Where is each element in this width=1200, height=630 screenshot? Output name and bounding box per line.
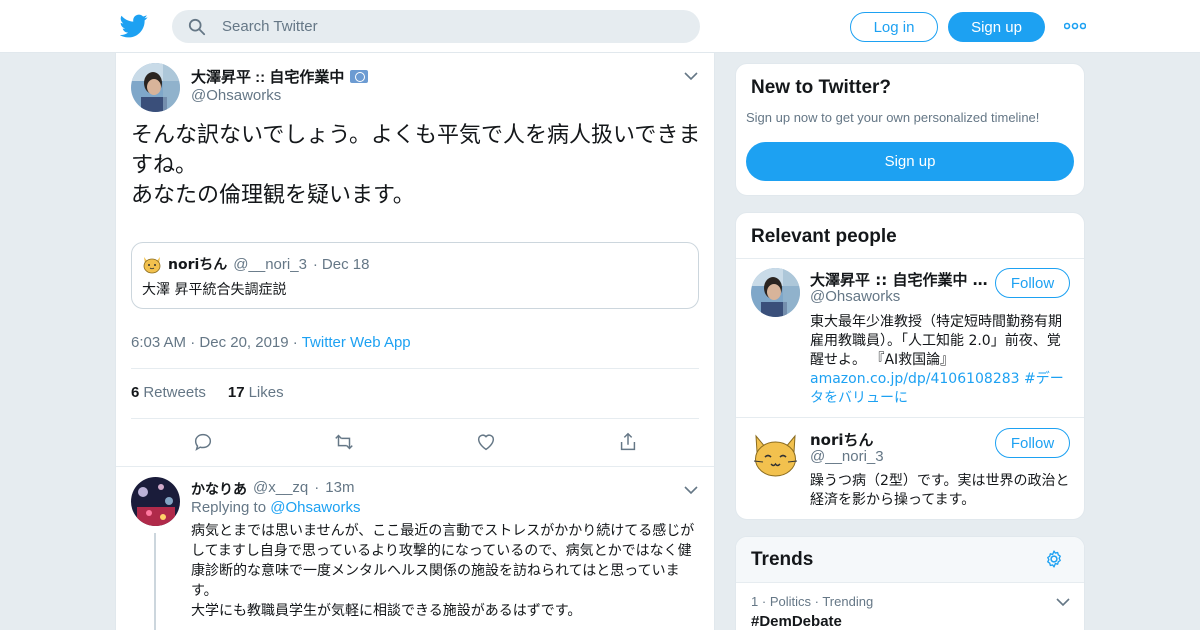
dot-separator: · — [292, 334, 302, 351]
relevant-people-title: Relevant people — [751, 226, 897, 247]
search-icon — [188, 18, 206, 36]
follow-button[interactable]: Follow — [995, 428, 1070, 458]
tweet-timestamp: 6:03 AM · Dec 20, 2019 · Twitter Web App — [131, 334, 411, 351]
quoted-author-handle: @__nori_3 — [233, 255, 307, 273]
person-handle[interactable]: @__nori_3 — [810, 448, 884, 465]
cat-avatar-icon — [143, 257, 161, 274]
dot-separator: · — [761, 594, 770, 609]
relevant-people-card: Relevant people 大澤昇平 :: 自宅作業中 … @Ohsawor… — [735, 212, 1085, 520]
person-bio: 躁うつ病（2型）です。実は世界の政治と経済を影から操ってます。 — [810, 473, 1070, 508]
flag-icon — [350, 70, 369, 83]
signup-button[interactable]: Sign up — [746, 142, 1074, 181]
login-button[interactable]: Log in — [850, 12, 938, 42]
new-to-twitter-title: New to Twitter? — [751, 77, 892, 98]
profile-photo-icon — [131, 63, 180, 112]
heart-icon[interactable] — [475, 431, 497, 453]
new-to-twitter-subtitle: Sign up now to get your own personalized… — [746, 110, 1040, 125]
retweets-count: 6 — [131, 384, 140, 401]
new-to-twitter-card: New to Twitter? Sign up now to get your … — [735, 63, 1085, 196]
divider — [131, 418, 699, 419]
tweet-time: 6:03 AM — [131, 334, 187, 351]
trends-header: Trends — [736, 537, 1084, 582]
quoted-tweet-text: 大澤 昇平統合失調症説 — [142, 282, 287, 298]
dot-separator: · — [190, 334, 200, 351]
reply-text: 病気とまでは思いませんが、ここ最近の言動でストレスがかかり続けてる感じがしてます… — [191, 523, 695, 619]
reply-author-name[interactable]: かなりあ — [191, 479, 247, 499]
likes-label: Likes — [248, 384, 284, 401]
replying-to-link[interactable]: @Ohsaworks — [270, 499, 360, 516]
trends-title: Trends — [751, 549, 814, 570]
person-handle[interactable]: @Ohsaworks — [810, 288, 900, 305]
tweet-author-name[interactable]: 大澤昇平 :: 自宅作業中 — [191, 66, 369, 87]
avatar[interactable] — [131, 63, 180, 112]
retweet-icon[interactable] — [333, 431, 355, 453]
retweets-label: Retweets — [143, 384, 206, 401]
gear-icon[interactable] — [1044, 549, 1064, 569]
cat-avatar-icon[interactable] — [751, 430, 800, 479]
profile-photo-icon — [751, 268, 800, 317]
more-options-icon[interactable] — [1064, 20, 1086, 32]
share-icon[interactable] — [617, 431, 639, 453]
tweet-source-link[interactable]: Twitter Web App — [302, 334, 411, 351]
search-box[interactable] — [172, 10, 700, 43]
follow-button[interactable]: Follow — [995, 268, 1070, 298]
chevron-down-icon[interactable] — [684, 485, 698, 495]
search-input[interactable] — [222, 10, 682, 43]
trend-rank: 1 — [751, 594, 759, 609]
retweets-stat[interactable]: 6 Retweets — [131, 384, 206, 401]
tweet-column: 大澤昇平 :: 自宅作業中 @Ohsaworks そんな訳ないでしょう。よくも平… — [115, 53, 715, 630]
thread-line — [154, 533, 156, 630]
quoted-author-name: noriちん — [168, 257, 228, 273]
tweet-stats: 6 Retweets 17 Likes — [131, 384, 284, 401]
twitter-logo-icon[interactable] — [120, 12, 148, 40]
person-bio-link[interactable]: amazon.co.jp/dp/4106108283 #データをバリューに — [810, 371, 1064, 406]
divider — [116, 466, 714, 467]
divider — [131, 368, 699, 369]
person-name[interactable]: noriちん — [810, 429, 874, 450]
divider — [736, 417, 1084, 418]
trend-meta: 1 · Politics · Trending — [751, 594, 873, 609]
likes-count: 17 — [227, 384, 245, 401]
tweet-author-handle[interactable]: @Ohsaworks — [191, 87, 281, 104]
person-bio: 東大最年少准教授（特定短時間勤務有期雇用教職員）。「人工知能 2.0」前夜、覚醒… — [810, 313, 1072, 408]
reply-author-handle[interactable]: @x__zq — [253, 479, 308, 499]
top-bar: Log in Sign up — [0, 0, 1200, 53]
dot-separator: · — [312, 255, 318, 273]
divider — [736, 258, 1084, 259]
trend-item[interactable]: #DemDebate — [751, 613, 842, 630]
person-name[interactable]: 大澤昇平 :: 自宅作業中 … — [810, 269, 988, 290]
reply-header: かなりあ @x__zq · 13m — [191, 479, 354, 499]
author-name-text: 大澤昇平 :: 自宅作業中 — [191, 69, 345, 86]
replying-to-label: Replying to — [191, 499, 267, 516]
quoted-tweet-header: noriちん @__nori_3 · Dec 18 — [142, 254, 369, 274]
quoted-tweet[interactable]: noriちん @__nori_3 · Dec 18 大澤 昇平統合失調症説 — [131, 242, 699, 309]
replying-to: Replying to @Ohsaworks — [191, 499, 360, 516]
trends-card: Trends 1 · Politics · Trending #DemDebat… — [735, 536, 1085, 630]
reply-avatar[interactable] — [131, 477, 180, 526]
tweet-text: そんな訳ないでしょう。よくも平気で人を病人扱いできますね。 あなたの倫理観を疑い… — [131, 123, 701, 208]
chevron-down-icon[interactable] — [1056, 597, 1070, 607]
reply-icon[interactable] — [192, 431, 214, 453]
person-bio-text: 東大最年少准教授（特定短時間勤務有期雇用教職員）。「人工知能 2.0」前夜、覚醒… — [810, 314, 1062, 368]
reply-time: 13m — [325, 479, 355, 496]
quoted-date: Dec 18 — [321, 255, 370, 273]
tweet-actions — [116, 431, 714, 457]
likes-stat[interactable]: 17 Likes — [228, 384, 284, 401]
dot-separator: · — [314, 479, 320, 496]
trend-category: Politics — [769, 594, 811, 609]
signup-button[interactable]: Sign up — [948, 12, 1045, 42]
tweet-date: Dec 20, 2019 — [199, 334, 289, 351]
profile-photo-icon — [131, 477, 180, 526]
avatar[interactable] — [751, 268, 800, 317]
chevron-down-icon[interactable] — [684, 71, 698, 81]
trend-status: Trending — [822, 594, 874, 609]
divider — [736, 582, 1084, 583]
